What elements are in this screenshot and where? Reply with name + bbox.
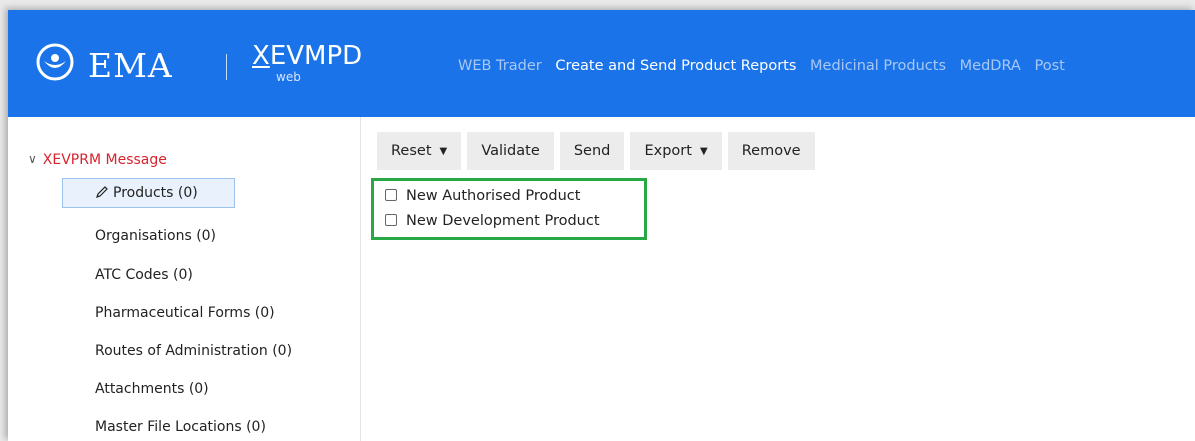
- export-button-label: Export: [644, 143, 692, 159]
- export-button[interactable]: Export ▼: [630, 132, 722, 170]
- validate-button[interactable]: Validate: [467, 132, 554, 170]
- nav-post[interactable]: Post: [1034, 58, 1064, 74]
- nav-medicinal-products[interactable]: Medicinal Products: [810, 58, 946, 74]
- new-development-product-label: New Development Product: [406, 213, 600, 229]
- new-development-product-checkbox[interactable]: [385, 214, 397, 226]
- ema-logo-text: EMA: [88, 46, 173, 85]
- app-name-rest: EVMPD: [269, 41, 363, 71]
- reset-button[interactable]: Reset ▼: [377, 132, 462, 170]
- app-subtitle: web: [276, 70, 301, 84]
- nav-web-trader[interactable]: WEB Trader: [458, 58, 542, 74]
- pencil-icon: [95, 185, 109, 203]
- send-button[interactable]: Send: [559, 132, 625, 170]
- top-navigation: WEB Trader Create and Send Product Repor…: [458, 57, 1074, 75]
- message-toolbar: Reset ▼ Validate Send Export ▼ Remove: [377, 132, 816, 170]
- tree-root-label: XEVPRM Message: [42, 152, 167, 168]
- new-development-product-option[interactable]: New Development Product: [385, 212, 600, 230]
- ema-logo-icon: [36, 43, 74, 81]
- new-authorised-product-label: New Authorised Product: [406, 188, 581, 204]
- tree-item-label: Products (0): [113, 185, 198, 201]
- tree-item-organisations[interactable]: Organisations (0): [95, 227, 216, 245]
- reset-button-label: Reset: [391, 143, 432, 159]
- app-name-initial: X: [252, 41, 270, 71]
- app-header: EMA XEVMPD web WEB Trader Create and Sen…: [8, 10, 1195, 117]
- tree-item-attachments[interactable]: Attachments (0): [95, 380, 209, 398]
- chevron-down-icon[interactable]: ∨: [28, 150, 37, 168]
- sidebar-tree: ∨ XEVPRM Message Products (0) Organisatio…: [8, 117, 361, 441]
- tree-item-master-file-locations[interactable]: Master File Locations (0): [95, 418, 266, 436]
- caret-down-icon: ▼: [699, 146, 708, 157]
- new-product-options-highlight: New Authorised Product New Development P…: [371, 178, 647, 240]
- tree-item-pharmaceutical-forms[interactable]: Pharmaceutical Forms (0): [95, 304, 275, 322]
- tree-root-xevprm-message[interactable]: ∨ XEVPRM Message: [28, 151, 167, 169]
- remove-button[interactable]: Remove: [727, 132, 815, 170]
- tree-item-atc-codes[interactable]: ATC Codes (0): [95, 266, 193, 284]
- header-divider: [226, 54, 227, 80]
- tree-item-routes-of-administration[interactable]: Routes of Administration (0): [95, 342, 292, 360]
- app-name[interactable]: XEVMPD: [252, 42, 362, 70]
- app-window: EMA XEVMPD web WEB Trader Create and Sen…: [8, 10, 1195, 441]
- tree-item-products[interactable]: Products (0): [95, 184, 198, 203]
- new-authorised-product-checkbox[interactable]: [385, 189, 397, 201]
- caret-down-icon: ▼: [439, 146, 448, 157]
- nav-create-send-reports[interactable]: Create and Send Product Reports: [555, 58, 796, 74]
- new-authorised-product-option[interactable]: New Authorised Product: [385, 187, 580, 205]
- nav-meddra[interactable]: MedDRA: [960, 58, 1021, 74]
